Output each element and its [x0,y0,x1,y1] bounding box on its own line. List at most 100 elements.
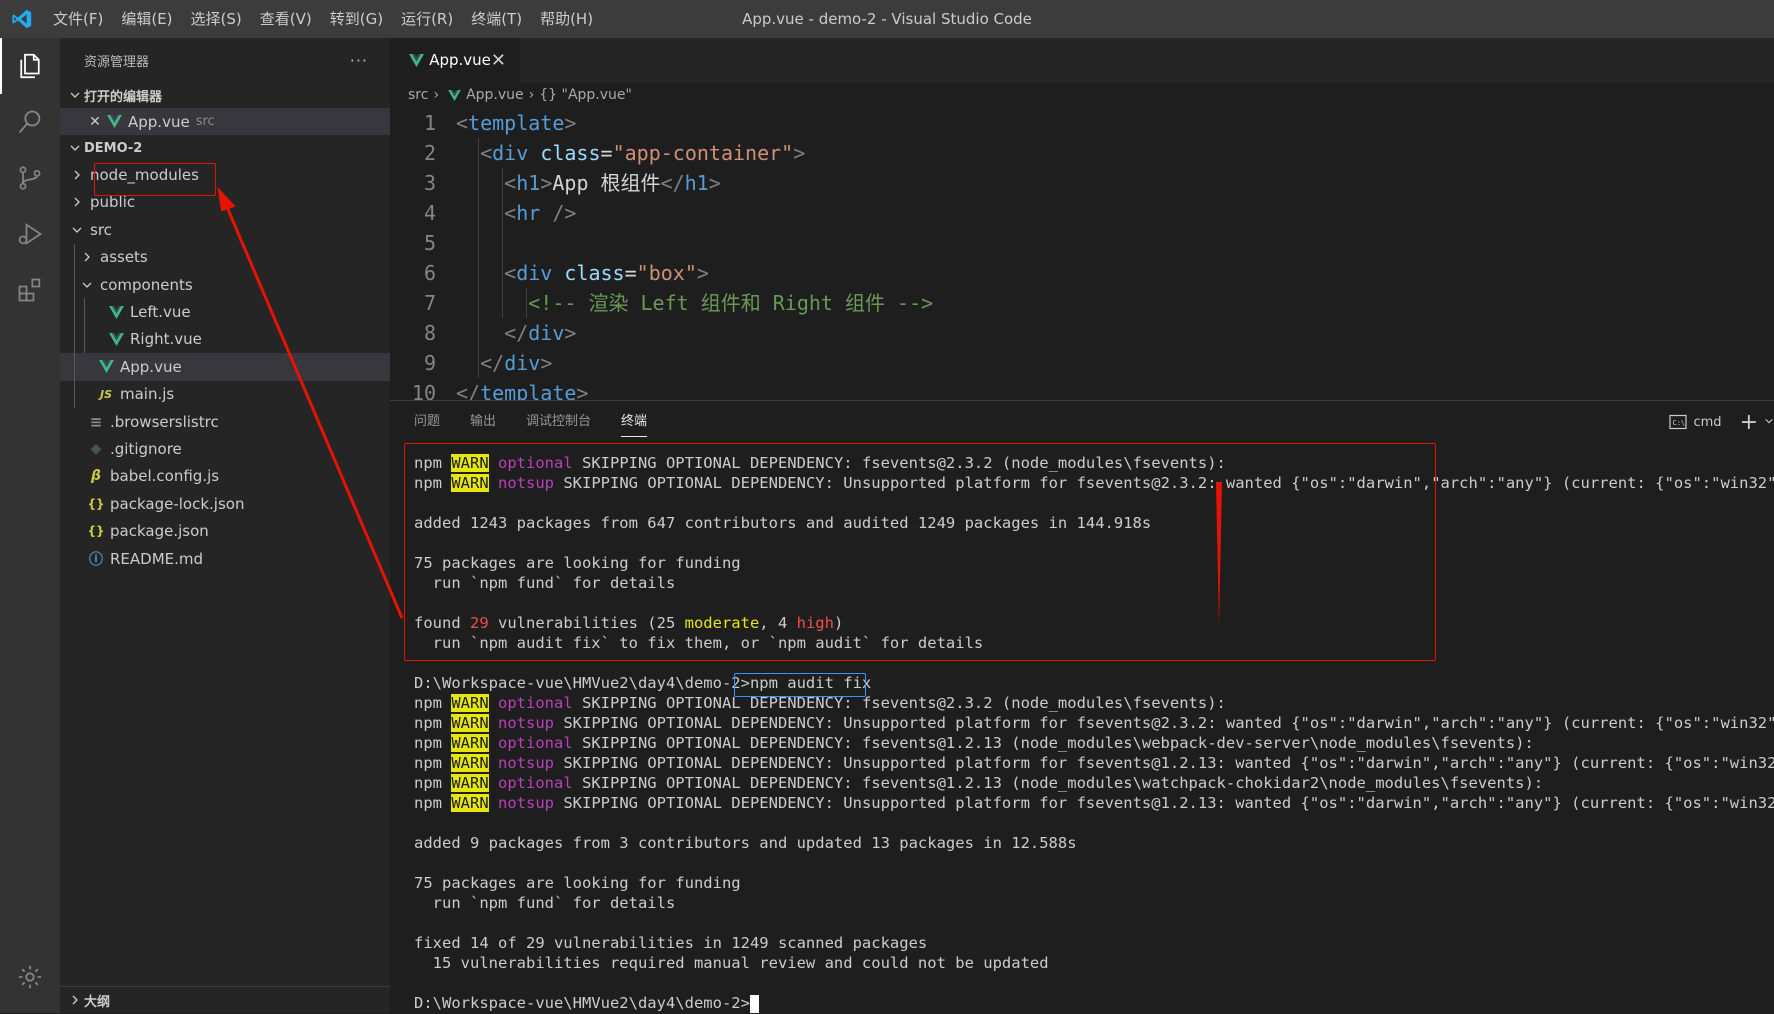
tab-debug-console[interactable]: 调试控制台 [526,401,591,443]
breadcrumb-item-file[interactable]: App.vue [466,87,524,103]
chevron-right-icon: › [433,87,440,103]
menu-bar: 文件(F) 编辑(E) 选择(S) 查看(V) 转到(G) 运行(R) 终端(T) 帮助(H) [44,0,602,38]
open-editors-label: 打开的编辑器 [84,89,163,105]
code-line: 3 <h1>App 根组件</h1> [390,168,1774,198]
code-text: <div class="app-container"> [480,141,806,165]
tree-item-label: package.json [110,522,209,541]
terminal-line: npm WARN notsup SKIPPING OPTIONAL DEPEND… [414,754,1774,772]
terminal-shell-select[interactable]: cmd [1693,415,1721,430]
tree-item-babel-config-js[interactable]: β babel.config.js [60,463,390,490]
breadcrumb: src › App.vue › {} "App.vue" [390,82,1774,108]
menu-item-0[interactable]: 文件(F) [44,0,112,38]
code-line: 9 </div> [390,348,1774,378]
tree-item-label: package-lock.json [110,494,245,513]
tree-item-left-vue[interactable]: Left.vue [60,298,390,326]
tree-item-browserslistrc[interactable]: ≡ .browserslistrc [60,408,390,435]
code-line: 1 <template> [390,108,1774,138]
search-icon[interactable] [0,94,60,150]
explorer-header: 资源管理器 ··· [60,38,390,82]
chevron-down-icon [78,279,96,291]
line-number: 10 [411,381,436,400]
svg-text:C:\: C:\ [1673,419,1686,427]
line-number: 9 [423,351,436,375]
tree-item-label: babel.config.js [110,467,220,486]
chevron-right-icon [68,169,86,181]
code-editor[interactable]: 1 <template> 2 <div class="app-container">… [390,108,1774,400]
tree-item-label: Left.vue [130,303,191,322]
indent-guide [74,353,75,381]
vue-file-icon [444,89,464,101]
tree-item-package-lock-json[interactable]: {} package-lock.json [60,490,390,517]
panel-tabs: 问题 输出 调试控制台 终端 [390,401,1774,443]
menu-item-1[interactable]: 编辑(E) [112,0,181,38]
tree-item-src[interactable]: src [60,216,390,243]
tree-item-right-vue[interactable]: Right.vue [60,325,390,354]
tree-item-components[interactable]: components [60,270,390,299]
line-number: 3 [423,171,436,195]
line-number: 5 [423,231,436,255]
source-control-icon[interactable] [0,150,60,206]
settings-gear-icon[interactable] [0,949,60,1005]
tree-item-readme-md[interactable]: ⓘ README.md [60,545,390,572]
menu-item-7[interactable]: 帮助(H) [531,0,602,38]
close-icon[interactable]: ✕ [86,114,104,130]
menu-item-3[interactable]: 查看(V) [251,0,321,38]
open-editors-header[interactable]: 打开的编辑器 [60,82,390,108]
code-text: <hr /> [504,201,577,225]
project-header[interactable]: DEMO-2 [60,135,390,161]
editor-tabs: App.vue ✕ [390,38,1774,82]
terminal-line: npm WARN optional SKIPPING OPTIONAL DEPE… [414,734,1534,752]
tree-item-package-json[interactable]: {} package.json [60,517,390,544]
open-editor-item-app-vue[interactable]: ✕ App.vue src [60,108,390,136]
tree-item-label: App.vue [120,357,182,376]
chevron-down-icon[interactable] [1764,415,1774,430]
vue-file-icon [104,115,124,129]
extensions-icon[interactable] [0,262,60,318]
explorer-title: 资源管理器 [84,54,150,70]
tab-terminal[interactable]: 终端 [621,401,648,443]
explorer-icon[interactable] [0,38,60,94]
code-line: 4 <hr /> [390,198,1774,228]
chevron-right-icon [66,994,84,1006]
menu-item-2[interactable]: 选择(S) [182,0,251,38]
javascript-file-icon: JS [99,387,112,401]
editor-area: App.vue ✕ src › App.vue › {} "App.vue" 1… [390,38,1774,400]
tree-item-label: Right.vue [130,330,202,349]
terminal-line: npm WARN optional SKIPPING OPTIONAL DEPE… [414,694,1226,712]
code-line: 5 [390,228,1774,258]
tree-item-label: components [100,275,193,294]
activity-bar [0,38,60,1013]
indent-guide [74,325,75,354]
tree-item-gitignore[interactable]: ◆ .gitignore [60,435,390,462]
menu-item-4[interactable]: 转到(G) [321,0,392,38]
vue-file-icon [106,305,126,319]
tree-item-assets[interactable]: assets [60,243,390,271]
menu-item-6[interactable]: 终端(T) [462,0,531,38]
tree-item-app-vue[interactable]: App.vue [60,353,390,381]
line-number: 8 [423,321,436,345]
tree-item-main-js[interactable]: JS main.js [60,380,390,408]
git-file-icon: ◆ [90,440,102,457]
line-number: 7 [423,291,436,315]
vue-file-icon [96,360,116,374]
json-file-icon: {} [87,524,105,539]
tab-app-vue[interactable]: App.vue ✕ [390,38,520,82]
breadcrumb-item-src[interactable]: src [408,87,428,103]
run-debug-icon[interactable] [0,206,60,262]
breadcrumb-item-symbol[interactable]: {} "App.vue" [539,87,632,103]
code-line: 10 </template> [390,378,1774,400]
chevron-right-icon: › [528,87,535,103]
more-actions-button[interactable]: ··· [350,51,368,70]
panel-actions: C:\ cmd + [1669,401,1774,443]
tab-output[interactable]: 输出 [470,401,496,443]
terminal-line: 15 vulnerabilities required manual revie… [414,954,1049,972]
new-terminal-button[interactable]: + [1740,410,1758,435]
vue-file-icon [408,53,425,67]
info-file-icon: ⓘ [89,551,103,568]
menu-item-5[interactable]: 运行(R) [392,0,462,38]
outline-header[interactable]: 大纲 [60,986,396,1013]
tab-problems[interactable]: 问题 [414,401,440,443]
tab-close-icon[interactable]: ✕ [491,50,506,71]
terminal-line: D:\Workspace-vue\HMVue2\day4\demo-2>npm … [414,674,872,692]
